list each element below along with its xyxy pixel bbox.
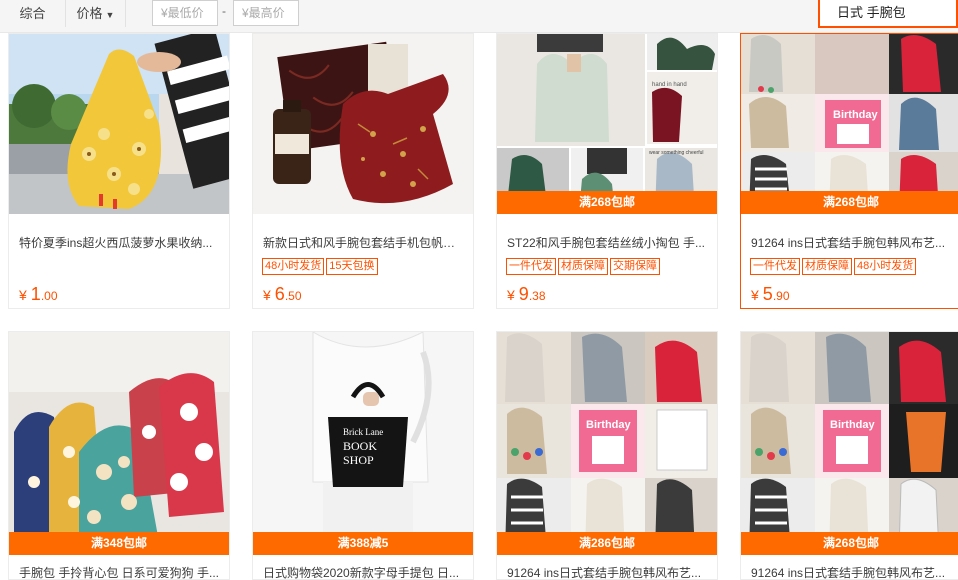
min-price-input[interactable] [152,0,218,26]
product-card[interactable]: 新款日式和风手腕包套结手机包帆布... 48小时发货 15天包换 ¥6.50 [252,33,474,309]
product-card[interactable]: hand in hand wear something cheerful 满26… [496,33,718,309]
service-tag: 交期保障 [610,258,660,275]
product-title[interactable]: 91264 ins日式套结手腕包韩风布艺... [507,564,707,579]
collage-text: Birthday [830,419,876,431]
caret-down-icon: ▼ [105,10,115,20]
currency-symbol: ¥ [19,287,27,303]
currency-symbol: ¥ [263,287,271,303]
promotion-banner: 满268包邮 [741,191,958,214]
price-range-separator: - [222,4,226,18]
promotion-banner: 满348包邮 [9,532,229,555]
service-tag: 15天包换 [326,258,378,275]
product-title[interactable]: 日式购物袋2020新款字母手提包 日... [263,564,463,579]
service-tags: 一件代发 材质保障 48小时发货 [750,256,918,275]
currency-symbol: ¥ [507,287,515,303]
product-image[interactable]: Birthday 满268包邮 [741,34,958,214]
service-tag: 材质保障 [558,258,608,275]
product-image[interactable] [9,34,229,214]
price-decimal: .38 [528,289,546,303]
product-title[interactable]: 手腕包 手拎背心包 日系可爱狗狗 手... [19,564,219,579]
product-image[interactable]: hand in hand wear something cheerful 满26… [497,34,717,214]
product-card[interactable]: Birthday 满286包邮 91264 ins日式套结手腕包韩风布艺... [496,331,718,580]
svg-text:hand in hand: hand in hand [652,82,687,88]
product-price: ¥1.00 [19,284,58,305]
search-query: 日式 手腕包 [837,5,906,20]
price-integer: 9 [518,284,529,304]
price-integer: 5 [762,284,773,304]
promotion-banner: 满388减5 [253,532,473,555]
product-image[interactable]: 满348包邮 [9,332,229,555]
price-integer: 6 [274,284,285,304]
collage-text: Birthday [833,109,879,121]
sort-price-tab[interactable]: 价格 ▼ [66,0,126,27]
product-card[interactable]: Birthday 满268包邮 91264 ins日式套结手腕包韩风布艺... … [740,33,958,309]
promotion-banner: 满268包邮 [497,191,717,214]
svg-text:wear something cheerful: wear something cheerful [649,150,703,156]
product-card[interactable]: 特价夏季ins超火西瓜菠萝水果收纳... ¥1.00 [8,33,230,309]
price-decimal: .00 [40,289,58,303]
price-integer: 1 [30,284,41,304]
bag-print-line: SHOP [343,453,374,467]
service-tags: 48小时发货 15天包换 [262,256,380,275]
bag-print-line: BOOK [343,439,377,453]
product-title[interactable]: ST22和风手腕包套结丝绒小掏包 手... [507,234,707,251]
collage-text: Birthday [586,419,632,431]
product-title[interactable]: 新款日式和风手腕包套结手机包帆布... [263,234,463,251]
product-price: ¥6.50 [263,284,302,305]
service-tag: 48小时发货 [262,258,325,275]
price-decimal: .50 [284,289,302,303]
price-decimal: .90 [772,289,790,303]
bag-print-line: Brick Lane [343,427,383,437]
product-price: ¥5.90 [751,284,790,305]
product-title[interactable]: 91264 ins日式套结手腕包韩风布艺... [751,564,951,579]
service-tag: 一件代发 [750,258,800,275]
product-image[interactable]: Brick Lane BOOK SHOP 满388减5 [253,332,473,555]
promotion-banner: 满286包邮 [497,532,717,555]
sort-default-label: 综合 [19,6,46,21]
service-tags: 一件代发 材质保障 交期保障 [506,256,662,275]
product-card[interactable]: Birthday 满268包邮 91264 ins日式套结手腕包韩风布艺... [740,331,958,580]
product-card[interactable]: 满348包邮 手腕包 手拎背心包 日系可爱狗狗 手... [8,331,230,580]
service-tag: 材质保障 [802,258,852,275]
product-image[interactable]: Birthday 满268包邮 [741,332,958,555]
product-price: ¥9.38 [507,284,546,305]
product-card[interactable]: Brick Lane BOOK SHOP 满388减5 日式购物袋2020新款字… [252,331,474,580]
service-tag: 一件代发 [506,258,556,275]
promotion-banner: 满268包邮 [741,532,958,555]
product-title[interactable]: 91264 ins日式套结手腕包韩风布艺... [751,234,951,251]
product-image[interactable]: Birthday 满286包邮 [497,332,717,555]
sort-price-label: 价格 [76,6,103,21]
service-tag: 48小时发货 [854,258,917,275]
product-image[interactable] [253,34,473,214]
filter-bar: 综合 价格▼ - 日式 手腕包 [0,0,958,33]
currency-symbol: ¥ [751,287,759,303]
product-title[interactable]: 特价夏季ins超火西瓜菠萝水果收纳... [19,234,219,251]
max-price-input[interactable] [233,0,299,26]
sort-default-tab[interactable]: 综合 [0,0,66,27]
search-input[interactable]: 日式 手腕包 [818,0,958,28]
